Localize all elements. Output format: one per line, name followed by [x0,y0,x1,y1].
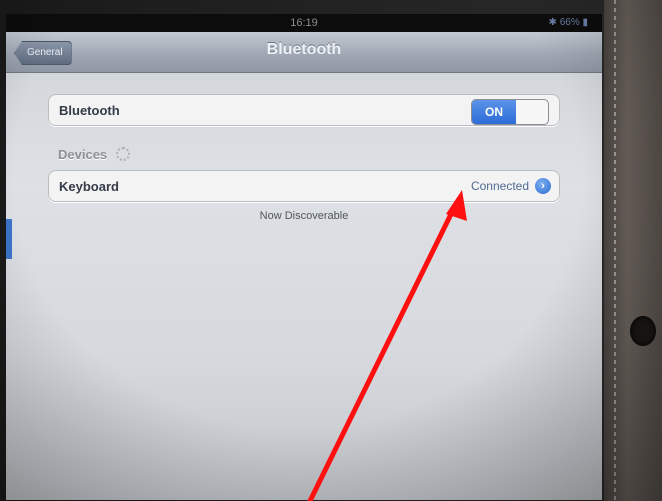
camera-hole [630,316,656,346]
status-time: 16:19 [290,17,318,29]
disclosure-chevron-icon[interactable]: › [535,178,551,194]
device-status: Connected [470,179,529,193]
bluetooth-label: Bluetooth [59,103,120,118]
photo-background: 16:19 ✱ 66% ▮ General Bluetooth Bluetoot… [0,0,662,501]
ipad-case [604,0,662,501]
battery-indicator: ✱ 66% ▮ [548,17,588,28]
discoverable-text: Now Discoverable [259,210,349,222]
device-row-keyboard[interactable]: Keyboard Connected › [49,171,559,201]
page-title: Bluetooth [266,41,342,58]
toggle-on-label: ON [472,100,516,124]
loading-spinner-icon [116,147,130,161]
bluetooth-toggle[interactable]: ON [471,99,549,125]
devices-header: Devices [58,147,108,162]
bluetooth-row: Bluetooth ON [49,95,559,125]
ipad-screen: 16:19 ✱ 66% ▮ General Bluetooth Bluetoot… [6,14,602,500]
case-stitching [614,0,616,501]
left-edge-accent [6,219,12,259]
bluetooth-group: Bluetooth ON [48,94,560,126]
navigation-bar: General Bluetooth [6,32,602,73]
device-name: Keyboard [59,179,119,194]
devices-group: Keyboard Connected › [48,170,560,202]
status-bar: 16:19 ✱ 66% ▮ [6,14,602,32]
